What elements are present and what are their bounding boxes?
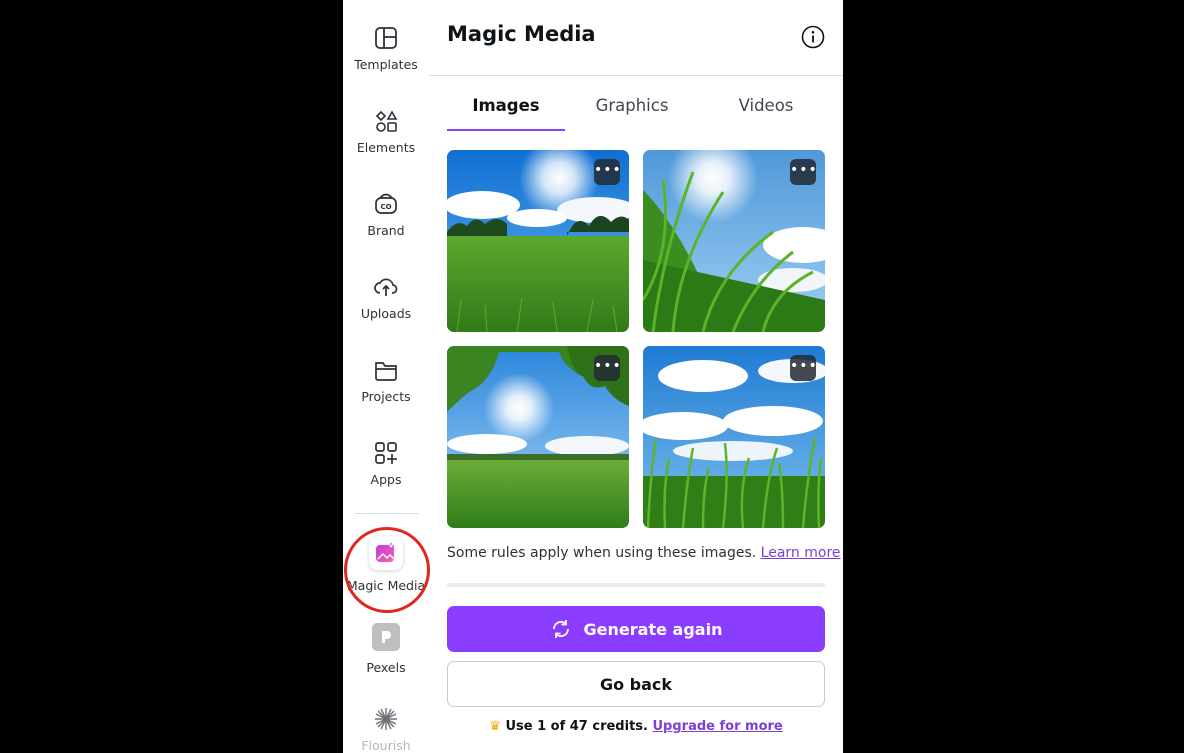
sidebar-item-elements[interactable]: Elements: [343, 108, 429, 155]
sidebar-item-label: Pexels: [366, 660, 406, 675]
sidebar-item-label: Uploads: [360, 306, 412, 321]
credits-info: ♛ Use 1 of 47 credits. Upgrade for more: [447, 719, 825, 734]
highlight-ring: [344, 527, 430, 613]
more-options-button[interactable]: •••: [790, 355, 817, 381]
sidebar: Templates Elements CO Brand Uploads Proj…: [343, 0, 430, 753]
editor-panel: Templates Elements CO Brand Uploads Proj…: [343, 0, 843, 753]
templates-icon: [375, 27, 397, 49]
crown-icon: ♛: [489, 719, 501, 734]
result-image-3[interactable]: •••: [447, 346, 629, 528]
refresh-icon: [552, 620, 569, 638]
tab-images[interactable]: Images: [447, 96, 565, 130]
apps-icon: [375, 442, 397, 464]
generation-progress-bar: [447, 583, 825, 587]
projects-icon: [375, 362, 397, 381]
result-image-2[interactable]: •••: [643, 150, 825, 332]
more-options-button[interactable]: •••: [594, 355, 621, 381]
generate-again-button[interactable]: Generate again: [447, 606, 825, 652]
media-tabs: Images Graphics Videos: [447, 96, 825, 132]
result-image-4[interactable]: •••: [643, 346, 825, 528]
sidebar-item-label: Flourish: [361, 738, 411, 753]
flourish-icon: [375, 708, 397, 730]
active-tab-indicator: [447, 129, 565, 131]
usage-rules-text: Some rules apply when using these images…: [447, 545, 841, 561]
credits-text: Use 1 of 47 credits.: [505, 719, 648, 734]
sidebar-item-uploads[interactable]: Uploads: [343, 274, 429, 321]
sidebar-item-flourish[interactable]: Flourish: [343, 706, 429, 753]
page-title: Magic Media: [447, 22, 596, 46]
more-options-button[interactable]: •••: [790, 159, 817, 185]
sidebar-item-label: Templates: [354, 57, 418, 72]
tab-graphics[interactable]: Graphics: [573, 96, 691, 130]
info-icon[interactable]: [801, 25, 825, 49]
pexels-icon: [372, 623, 400, 651]
learn-more-link[interactable]: Learn more: [761, 545, 841, 561]
more-options-button[interactable]: •••: [594, 159, 621, 185]
sidebar-item-label: Projects: [361, 389, 411, 404]
svg-text:CO: CO: [380, 203, 391, 211]
sidebar-item-brand[interactable]: CO Brand: [343, 191, 429, 238]
sidebar-divider: [355, 513, 419, 514]
brand-icon: CO: [375, 193, 397, 214]
result-image-1[interactable]: •••: [447, 150, 629, 332]
sidebar-item-projects[interactable]: Projects: [343, 357, 429, 404]
header-divider: [429, 75, 843, 76]
rules-text: Some rules apply when using these images…: [447, 545, 757, 561]
magic-media-panel: Magic Media Images Graphics Videos ••• •…: [429, 0, 843, 753]
sidebar-item-label: Elements: [356, 140, 416, 155]
sidebar-item-templates[interactable]: Templates: [343, 25, 429, 72]
tab-videos[interactable]: Videos: [707, 96, 825, 130]
upgrade-link[interactable]: Upgrade for more: [653, 719, 783, 734]
sidebar-item-apps[interactable]: Apps: [343, 440, 429, 487]
generate-again-label: Generate again: [583, 619, 723, 639]
go-back-button[interactable]: Go back: [447, 661, 825, 707]
sidebar-item-label: Apps: [370, 472, 402, 487]
uploads-icon: [374, 278, 398, 296]
sidebar-item-label: Brand: [367, 223, 405, 238]
elements-icon: [375, 110, 398, 132]
sidebar-item-pexels[interactable]: Pexels: [343, 623, 429, 675]
